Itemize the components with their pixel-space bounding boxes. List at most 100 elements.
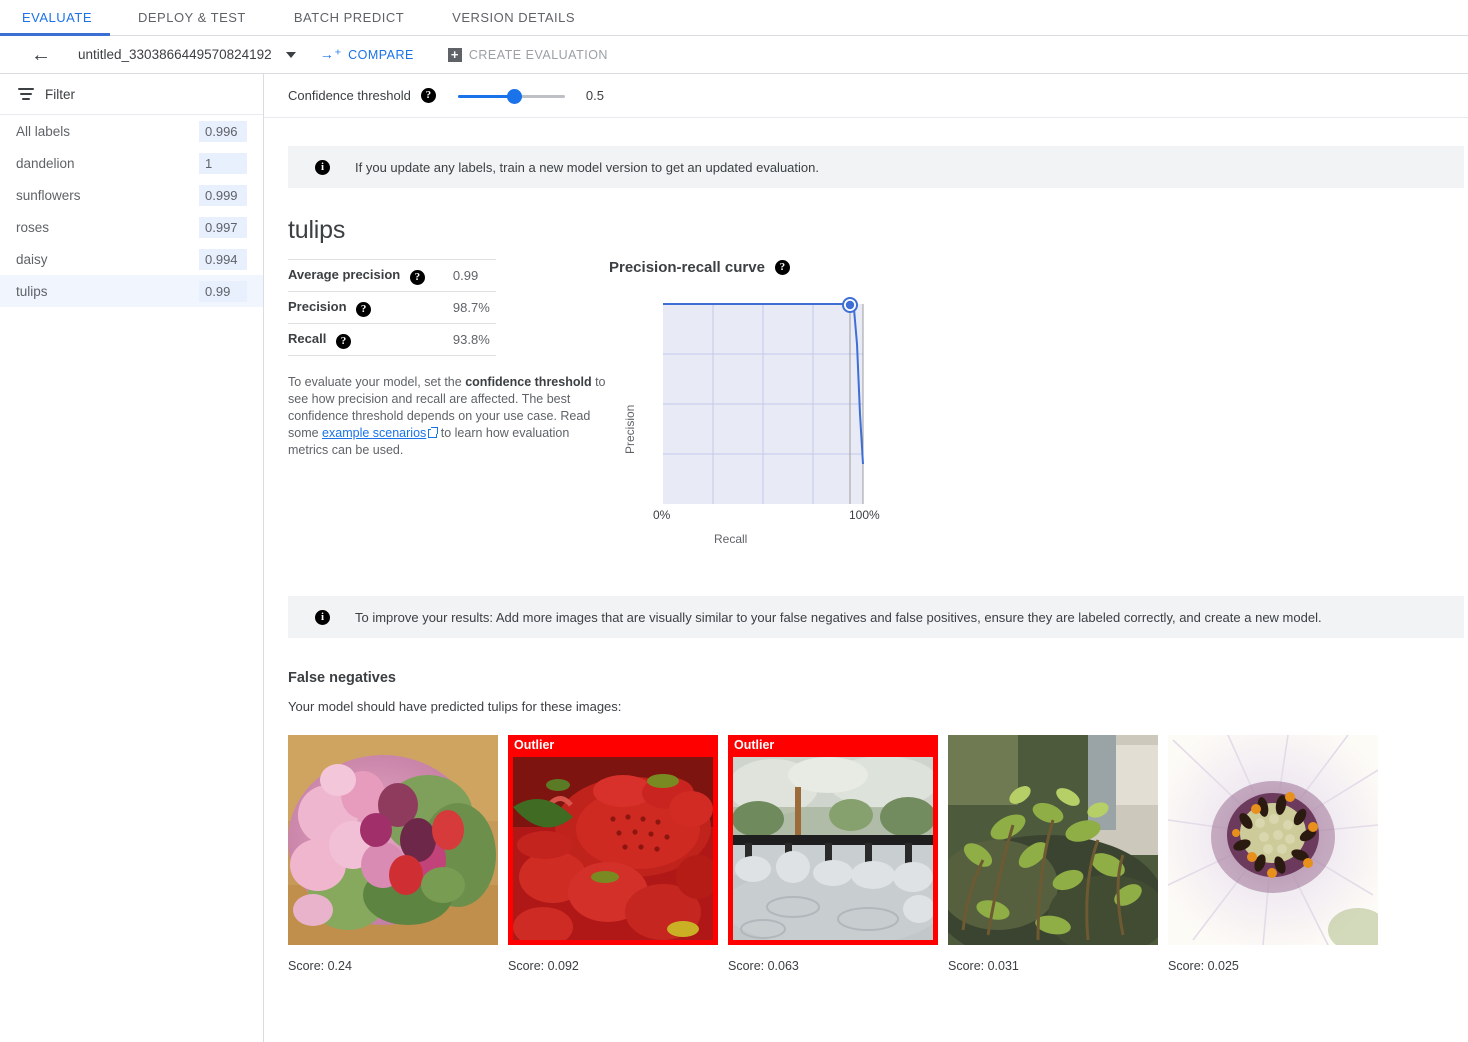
thumbnail-score: Score: 0.092 xyxy=(508,959,579,973)
slider-fill xyxy=(457,94,514,98)
thumbnail-frame[interactable]: Outlier xyxy=(728,735,938,945)
plus-icon: + xyxy=(447,47,462,62)
help-icon[interactable]: ? xyxy=(774,260,790,275)
false-negatives-title: False negatives xyxy=(288,670,396,686)
chart-title: Precision-recall curve xyxy=(609,259,765,276)
metrics-table: Average precision ? 0.99 Precision ? 98.… xyxy=(288,259,496,356)
metric-name-cell: Recall ? xyxy=(288,323,443,356)
thumbnail-score: Score: 0.025 xyxy=(1168,959,1239,973)
list-item[interactable]: Score: 0.24 xyxy=(288,735,498,973)
sidebar-item-label: sunflowers xyxy=(16,187,81,203)
outlier-badge: Outlier xyxy=(734,738,775,752)
help-icon[interactable]: ? xyxy=(356,302,372,317)
thumbnail-score: Score: 0.031 xyxy=(948,959,1019,973)
update-labels-banner: i If you update any labels, train a new … xyxy=(288,146,1464,188)
thumbnail-image xyxy=(288,735,498,945)
sidebar-item-all-labels[interactable]: All labels 0.996 xyxy=(0,115,263,147)
sidebar-item-score: 0.994 xyxy=(199,248,247,270)
sidebar-item-score: 0.999 xyxy=(199,184,247,206)
improve-results-banner: i To improve your results: Add more imag… xyxy=(288,596,1464,638)
top-tab-bar: EVALUATE DEPLOY & TEST BATCH PREDICT VER… xyxy=(0,0,1468,36)
page-title: tulips xyxy=(288,216,346,244)
table-row: Precision ? 98.7% xyxy=(288,291,496,324)
metrics-and-chart-row: Average precision ? 0.99 Precision ? 98.… xyxy=(264,259,1468,584)
create-evaluation-button[interactable]: + CREATE EVALUATION xyxy=(447,47,608,62)
sidebar-item-label: daisy xyxy=(16,251,48,267)
main-content: Confidence threshold ? 0.5 i If you upda… xyxy=(264,74,1468,1042)
info-icon: i xyxy=(315,159,330,175)
sidebar-item-roses[interactable]: roses 0.997 xyxy=(0,211,263,243)
precision-recall-chart: Precision-recall curve ? Precision Recal… xyxy=(609,259,909,584)
thumbnail-score: Score: 0.24 xyxy=(288,959,352,973)
confidence-threshold-value: 0.5 xyxy=(585,88,604,103)
help-icon[interactable]: ? xyxy=(335,334,351,349)
page-body: Filter All labels 0.996 dandelion 1 sunf… xyxy=(0,74,1468,1042)
update-labels-banner-text: If you update any labels, train a new mo… xyxy=(355,159,819,175)
table-row: Average precision ? 0.99 xyxy=(288,259,496,292)
sidebar-item-dandelion[interactable]: dandelion 1 xyxy=(0,147,263,179)
metrics-column: Average precision ? 0.99 Precision ? 98.… xyxy=(264,259,609,584)
help-icon[interactable]: ? xyxy=(420,88,436,103)
active-tab-indicator xyxy=(0,33,110,36)
chart-x-axis-label: Recall xyxy=(714,532,748,546)
metric-value-cell: 93.8% xyxy=(442,323,496,356)
tab-version-details[interactable]: VERSION DETAILS xyxy=(428,0,599,35)
table-row: Recall ? 93.8% xyxy=(288,323,496,356)
info-icon: i xyxy=(315,609,330,625)
model-toolbar: ← untitled_3303866449570824192 →⁺ COMPAR… xyxy=(0,36,1468,74)
metric-value-cell: 0.99 xyxy=(442,259,496,292)
tab-evaluate[interactable]: EVALUATE xyxy=(0,0,114,35)
outlier-badge: Outlier xyxy=(514,738,555,752)
list-item[interactable]: Score: 0.031 xyxy=(948,735,1158,973)
sidebar-item-score: 0.99 xyxy=(199,280,247,302)
thumbnail-image xyxy=(733,757,933,940)
slider-thumb[interactable] xyxy=(506,88,522,104)
label-sidebar: Filter All labels 0.996 dandelion 1 sunf… xyxy=(0,74,264,1042)
back-arrow-icon[interactable]: ← xyxy=(30,45,52,65)
compare-button-label: COMPARE xyxy=(348,47,414,62)
false-negatives-subtitle: Your model should have predicted tulips … xyxy=(288,699,622,714)
sidebar-item-label: dandelion xyxy=(16,155,75,171)
example-scenarios-link[interactable]: example scenarios xyxy=(322,426,426,440)
improve-results-banner-text: To improve your results: Add more images… xyxy=(355,609,1322,625)
sidebar-item-label: roses xyxy=(16,219,50,235)
filter-icon xyxy=(18,88,34,100)
tab-deploy-and-test[interactable]: DEPLOY & TEST xyxy=(114,0,270,35)
confidence-threshold-slider[interactable] xyxy=(457,87,565,105)
thumbnail-frame[interactable] xyxy=(1168,735,1378,945)
list-item[interactable]: Outlier xyxy=(508,735,718,973)
sidebar-item-score: 0.996 xyxy=(199,120,247,142)
confidence-threshold-row: Confidence threshold ? 0.5 xyxy=(264,74,1468,118)
external-link-icon xyxy=(428,427,439,438)
filter-button[interactable]: Filter xyxy=(0,74,263,115)
list-item[interactable]: Outlier xyxy=(728,735,938,973)
metric-label: Average precision xyxy=(288,267,401,282)
chart-x-tick-max: 100% xyxy=(849,508,880,522)
sidebar-item-sunflowers[interactable]: sunflowers 0.999 xyxy=(0,179,263,211)
help-icon[interactable]: ? xyxy=(409,270,425,285)
thumbnail-frame[interactable] xyxy=(288,735,498,945)
thumbnail-image xyxy=(513,757,713,940)
sidebar-item-tulips[interactable]: tulips 0.99 xyxy=(0,275,263,307)
sidebar-item-daisy[interactable]: daisy 0.994 xyxy=(0,243,263,275)
chevron-down-icon[interactable] xyxy=(285,51,296,58)
help-text-bold: confidence threshold xyxy=(465,375,592,389)
list-item[interactable]: Score: 0.025 xyxy=(1168,735,1378,973)
sidebar-item-score: 0.997 xyxy=(199,216,247,238)
sidebar-item-score: 1 xyxy=(199,152,247,174)
metric-value-cell: 98.7% xyxy=(442,291,496,324)
thumbnail-frame[interactable]: Outlier xyxy=(508,735,718,945)
compare-button[interactable]: →⁺ COMPARE xyxy=(320,47,414,62)
sidebar-item-label: tulips xyxy=(16,283,48,299)
chart-svg xyxy=(663,297,864,504)
create-evaluation-label: CREATE EVALUATION xyxy=(468,47,608,62)
metric-name-cell: Average precision ? xyxy=(288,259,443,292)
thumbnail-score: Score: 0.063 xyxy=(728,959,799,973)
thumbnail-image xyxy=(1168,735,1378,945)
false-negatives-gallery: Score: 0.24 Outlier Score: 0.092 Outlier… xyxy=(288,735,1468,973)
thumbnail-image xyxy=(948,735,1158,945)
chart-plot-area: Precision Recall 0% 100% xyxy=(609,294,909,584)
chart-header: Precision-recall curve ? xyxy=(609,259,909,276)
thumbnail-frame[interactable] xyxy=(948,735,1158,945)
tab-batch-predict[interactable]: BATCH PREDICT xyxy=(270,0,428,35)
